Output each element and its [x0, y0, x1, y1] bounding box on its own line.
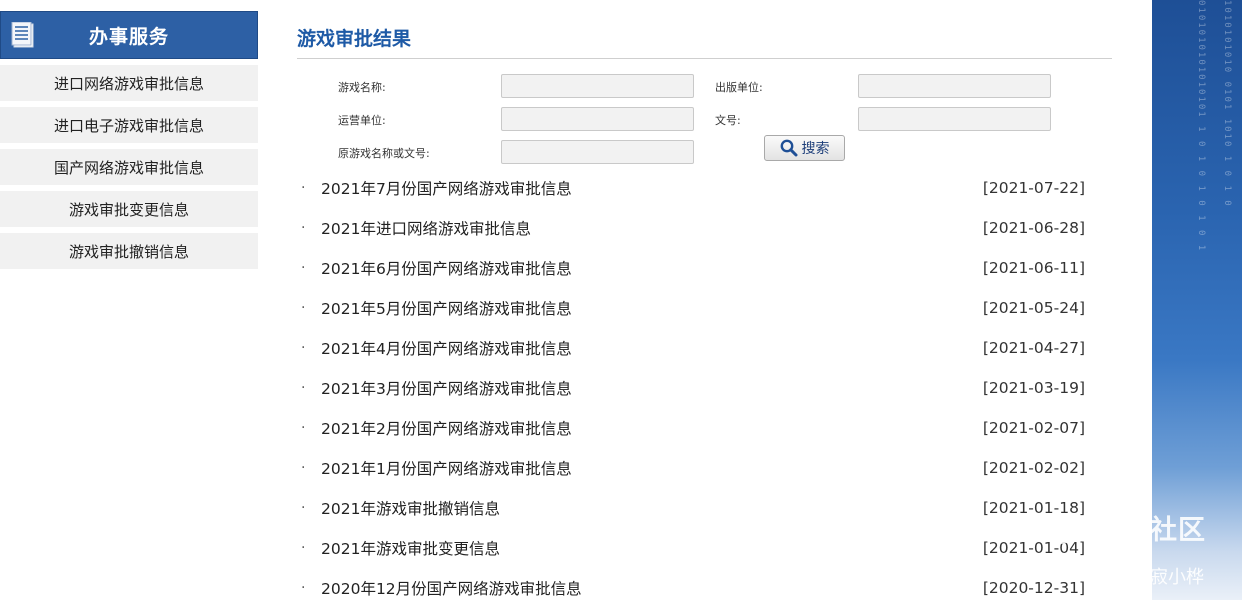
decorative-binary-pattern: 1010101010 0101 1010 1 0 1 0 — [1222, 0, 1232, 208]
list-item-date: [2021-02-02] — [982, 459, 1085, 477]
list-item[interactable]: · 2020年12月份国产网络游戏审批信息 [2020-12-31] — [297, 568, 1087, 608]
bullet: · — [301, 180, 306, 196]
list-item[interactable]: · 2021年4月份国产网络游戏审批信息 [2021-04-27] — [297, 328, 1087, 368]
list-item-title[interactable]: 2021年游戏审批撤销信息 — [321, 497, 500, 519]
bullet: · — [301, 260, 306, 276]
list-item-date: [2021-07-22] — [982, 179, 1085, 197]
sidebar-title: 办事服务 — [88, 25, 169, 48]
list-item-title[interactable]: 2021年5月份国产网络游戏审批信息 — [321, 297, 572, 319]
list-item-title[interactable]: 2020年12月份国产网络游戏审批信息 — [321, 577, 582, 599]
bullet: · — [301, 540, 306, 556]
list-item-title[interactable]: 2021年2月份国产网络游戏审批信息 — [321, 417, 572, 439]
list-item-title[interactable]: 2021年1月份国产网络游戏审批信息 — [321, 457, 572, 479]
tiger-community-logo-icon — [1046, 514, 1076, 544]
page-title: 游戏审批结果 — [297, 28, 412, 50]
list-item[interactable]: · 2021年6月份国产网络游戏审批信息 [2021-06-11] — [297, 248, 1087, 288]
game-name-input[interactable] — [501, 74, 694, 98]
sidebar-item-import-electronic-games[interactable]: 进口电子游戏审批信息 — [0, 107, 258, 143]
bullet: · — [301, 580, 306, 596]
list-item-date: [2021-04-27] — [982, 339, 1085, 357]
list-item-date: [2021-05-24] — [982, 299, 1085, 317]
list-item-title[interactable]: 2021年4月份国产网络游戏审批信息 — [321, 337, 572, 359]
original-name-label: 原游戏名称或文号: — [338, 147, 430, 160]
publisher-label: 出版单位: — [715, 81, 763, 94]
list-item[interactable]: · 2021年7月份国产网络游戏审批信息 [2021-07-22] — [297, 168, 1087, 208]
sidebar-header: 办事服务 — [0, 11, 258, 59]
list-item[interactable]: · 2021年游戏审批变更信息 [2021-01-04] — [297, 528, 1087, 568]
bullet: · — [301, 500, 306, 516]
operator-input[interactable] — [501, 107, 694, 131]
original-name-input[interactable] — [501, 140, 694, 164]
sidebar-item-approval-revocations[interactable]: 游戏审批撤销信息 — [0, 233, 258, 269]
list-item[interactable]: · 2021年1月份国产网络游戏审批信息 [2021-02-02] — [297, 448, 1087, 488]
list-item[interactable]: · 2021年3月份国产网络游戏审批信息 [2021-03-19] — [297, 368, 1087, 408]
list-item[interactable]: · 2021年进口网络游戏审批信息 [2021-06-28] — [297, 208, 1087, 248]
game-name-label: 游戏名称: — [338, 81, 386, 94]
sidebar: 办事服务 进口网络游戏审批信息 进口电子游戏审批信息 国产网络游戏审批信息 游戏… — [0, 0, 258, 269]
list-item-title[interactable]: 2021年3月份国产网络游戏审批信息 — [321, 377, 572, 399]
list-item-title[interactable]: 2021年7月份国产网络游戏审批信息 — [321, 177, 572, 199]
doc-number-input[interactable] — [858, 107, 1051, 131]
bullet: · — [301, 380, 306, 396]
doc-number-label: 文号: — [715, 114, 741, 127]
bullet: · — [301, 220, 306, 236]
list-item[interactable]: · 2021年游戏审批撤销信息 [2021-01-18] — [297, 488, 1087, 528]
search-icon — [780, 139, 797, 157]
operator-label: 运营单位: — [338, 114, 386, 127]
search-button[interactable]: 搜索 — [764, 135, 845, 161]
sidebar-item-approval-changes[interactable]: 游戏审批变更信息 — [0, 191, 258, 227]
decorative-binary-pattern: 0101010101010101 1 0 1 0 1 0 1 0 1 — [1196, 0, 1206, 253]
sidebar-item-domestic-online-games[interactable]: 国产网络游戏审批信息 — [0, 149, 258, 185]
list-item-date: [2021-06-28] — [982, 219, 1085, 237]
bullet: · — [301, 340, 306, 356]
sidebar-item-import-online-games[interactable]: 进口网络游戏审批信息 — [0, 65, 258, 101]
list-item-date: [2021-02-07] — [982, 419, 1085, 437]
list-item-date: [2021-06-11] — [982, 259, 1085, 277]
list-item-title[interactable]: 2021年游戏审批变更信息 — [321, 537, 500, 559]
list-item-title[interactable]: 2021年6月份国产网络游戏审批信息 — [321, 257, 572, 279]
watermark-username: @寂小桦 — [1132, 567, 1204, 588]
bullet: · — [301, 420, 306, 436]
list-item[interactable]: · 2021年2月份国产网络游戏审批信息 [2021-02-07] — [297, 408, 1087, 448]
watermark-site-name: 老虎社区 — [1094, 515, 1206, 546]
publisher-input[interactable] — [858, 74, 1051, 98]
title-divider — [297, 58, 1112, 59]
search-button-label: 搜索 — [801, 141, 830, 157]
list-item-date: [2021-03-19] — [982, 379, 1085, 397]
list-item-date: [2020-12-31] — [982, 579, 1085, 597]
results-list: · 2021年7月份国产网络游戏审批信息 [2021-07-22] · 2021年进口… — [297, 168, 1087, 608]
list-item[interactable]: · 2021年5月份国产网络游戏审批信息 [2021-05-24] — [297, 288, 1087, 328]
bullet: · — [301, 460, 306, 476]
list-item-title[interactable]: 2021年进口网络游戏审批信息 — [321, 217, 531, 239]
bullet: · — [301, 300, 306, 316]
